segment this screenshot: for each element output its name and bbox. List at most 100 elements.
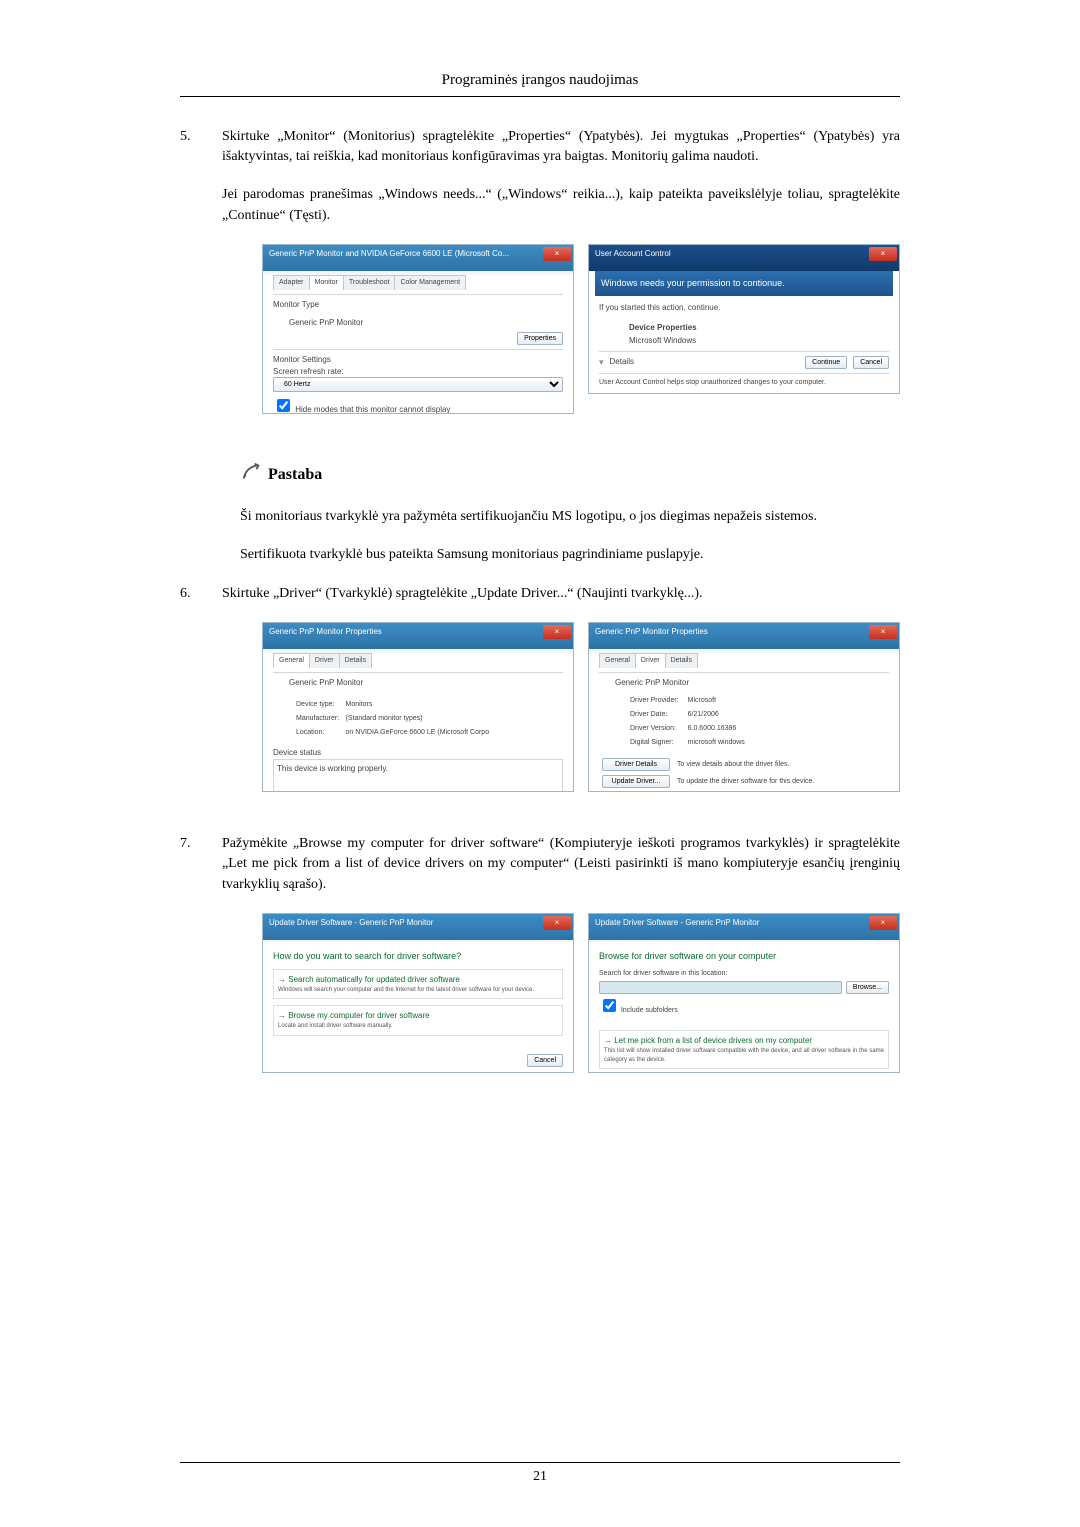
let-me-pick-option[interactable]: → Let me pick from a list of device driv… [599, 1030, 889, 1069]
screenshot-update-driver-browse: Update Driver Software - Generic PnP Mon… [588, 913, 900, 1073]
details-button[interactable]: Details [610, 356, 800, 368]
note-para1: Ši monitoriaus tvarkyklė yra pažymėta se… [240, 507, 900, 527]
tab-general[interactable]: General [599, 653, 636, 668]
tab-driver[interactable]: Driver [635, 653, 666, 668]
close-icon[interactable]: × [869, 625, 897, 639]
monitor-settings-group: Monitor Settings [273, 354, 563, 366]
screenshot-monitor-tab: Generic PnP Monitor and NVIDIA GeForce 6… [262, 244, 574, 414]
window-title: User Account Control [595, 249, 671, 258]
screenshot-properties-driver: Generic PnP Monitor Properties × General… [588, 622, 900, 792]
screenshot-properties-general: Generic PnP Monitor Properties × General… [262, 622, 574, 792]
tab-troubleshoot[interactable]: Troubleshoot [343, 275, 396, 290]
browse-computer-option[interactable]: → Browse my computer for driver software… [273, 1005, 563, 1035]
driver-details-button[interactable]: Driver Details [602, 758, 670, 771]
search-auto-title: Search automatically for updated driver … [288, 975, 460, 984]
page-header-title: Programinės įrangos naudojimas [180, 60, 900, 96]
window-title: Generic PnP Monitor Properties [269, 627, 382, 636]
uac-started-text: If you started this action, continue. [599, 302, 889, 314]
hide-modes-checkbox[interactable] [277, 399, 290, 412]
driver-details-desc: To view details about the driver files. [673, 757, 887, 772]
hide-modes-label: Hide modes that this monitor cannot disp… [295, 405, 450, 413]
device-status-group: Device status [273, 747, 563, 759]
continue-button[interactable]: Continue [805, 356, 847, 369]
tab-driver[interactable]: Driver [309, 653, 340, 668]
provider-value: Microsoft [687, 695, 746, 707]
browse-button[interactable]: Browse... [846, 981, 889, 994]
footer-divider [180, 1462, 900, 1463]
item5-para1: Skirtuke „Monitor“ (Monitorius) spragtel… [222, 127, 900, 168]
close-icon[interactable]: × [543, 625, 571, 639]
note-para2: Sertifikuota tvarkyklė bus pateikta Sams… [240, 545, 900, 565]
device-name: Generic PnP Monitor [289, 677, 563, 689]
signer-value: microsoft windows [687, 737, 746, 749]
window-title: Update Driver Software - Generic PnP Mon… [269, 918, 433, 927]
tab-general[interactable]: General [273, 653, 310, 668]
search-auto-option[interactable]: → Search automatically for updated drive… [273, 969, 563, 999]
header-divider [180, 96, 900, 97]
browse-heading: Browse for driver software on your compu… [599, 950, 889, 963]
devtype-label: Device type: [295, 699, 343, 711]
let-me-pick-title: Let me pick from a list of device driver… [614, 1036, 812, 1045]
update-heading: How do you want to search for driver sof… [273, 950, 563, 963]
chevron-down-icon[interactable]: ▾ [599, 356, 604, 369]
item5-para2: Jei parodomas pranešimas „Windows needs.… [222, 185, 900, 226]
devtype-value: Monitors [345, 699, 491, 711]
search-location-label: Search for driver software in this locat… [599, 969, 889, 979]
include-subfolders-checkbox[interactable] [603, 999, 616, 1012]
item7-para1: Pažymėkite „Browse my computer for drive… [222, 834, 900, 895]
list-number-5: 5. [180, 127, 216, 432]
close-icon[interactable]: × [869, 247, 897, 261]
tab-color-management[interactable]: Color Management [394, 275, 466, 290]
note-label: Pastaba [268, 463, 322, 486]
close-icon[interactable]: × [869, 916, 897, 930]
screenshot-update-driver-choice: Update Driver Software - Generic PnP Mon… [262, 913, 574, 1073]
signer-label: Digital Signer: [629, 737, 685, 749]
close-icon[interactable]: × [543, 916, 571, 930]
note-icon [240, 460, 262, 489]
update-driver-button[interactable]: Update Driver... [602, 775, 670, 788]
mfr-label: Manufacturer: [295, 713, 343, 725]
list-number-6: 6. [180, 584, 216, 810]
uac-headline: Windows needs your permission to contion… [595, 271, 893, 296]
close-icon[interactable]: × [543, 247, 571, 261]
cancel-button[interactable]: Cancel [853, 356, 889, 369]
item6-para1: Skirtuke „Driver“ (Tvarkyklė) spragtelėk… [222, 584, 900, 604]
device-status-text: This device is working properly. [273, 759, 563, 792]
tab-adapter[interactable]: Adapter [273, 275, 310, 290]
loc-value: on NVIDIA GeForce 6600 LE (Microsoft Cor… [345, 727, 491, 739]
let-me-pick-desc: This list will show installed driver sof… [604, 1047, 884, 1064]
list-number-7: 7. [180, 834, 216, 1091]
page-number: 21 [533, 1469, 547, 1484]
date-value: 6/21/2006 [687, 709, 746, 721]
search-location-input[interactable] [599, 981, 842, 994]
loc-label: Location: [295, 727, 343, 739]
refresh-rate-select[interactable]: 60 Hertz [273, 377, 563, 392]
monitor-type-value: Generic PnP Monitor [289, 317, 563, 329]
version-label: Driver Version: [629, 723, 685, 735]
provider-label: Driver Provider: [629, 695, 685, 707]
date-label: Driver Date: [629, 709, 685, 721]
mfr-value: (Standard monitor types) [345, 713, 491, 725]
include-subfolders-label: Include subfolders [621, 1007, 678, 1014]
search-auto-desc: Windows will search your computer and th… [278, 986, 558, 995]
version-value: 6.0.6000.16386 [687, 723, 746, 735]
properties-button[interactable]: Properties [517, 332, 563, 345]
screenshot-uac: User Account Control × Windows needs you… [588, 244, 900, 394]
device-name: Generic PnP Monitor [615, 677, 889, 689]
browse-computer-title: Browse my computer for driver software [288, 1011, 429, 1020]
tab-details[interactable]: Details [665, 653, 698, 668]
window-title: Generic PnP Monitor and NVIDIA GeForce 6… [269, 249, 509, 258]
window-title: Update Driver Software - Generic PnP Mon… [595, 918, 759, 927]
uac-program-name: Device Properties [629, 322, 889, 334]
browse-computer-desc: Locate and install driver software manua… [278, 1022, 558, 1031]
uac-program-vendor: Microsoft Windows [629, 335, 889, 347]
monitor-type-group: Monitor Type [273, 299, 563, 311]
roll-back-driver-desc: If the device fails after updating the d… [673, 791, 887, 792]
refresh-rate-label: Screen refresh rate: [273, 366, 563, 378]
update-driver-desc: To update the driver software for this d… [673, 774, 887, 789]
uac-footer-text: User Account Control helps stop unauthor… [599, 378, 889, 388]
tab-monitor[interactable]: Monitor [309, 275, 344, 290]
cancel-button[interactable]: Cancel [527, 1054, 563, 1067]
window-title: Generic PnP Monitor Properties [595, 627, 708, 636]
tab-details[interactable]: Details [339, 653, 372, 668]
